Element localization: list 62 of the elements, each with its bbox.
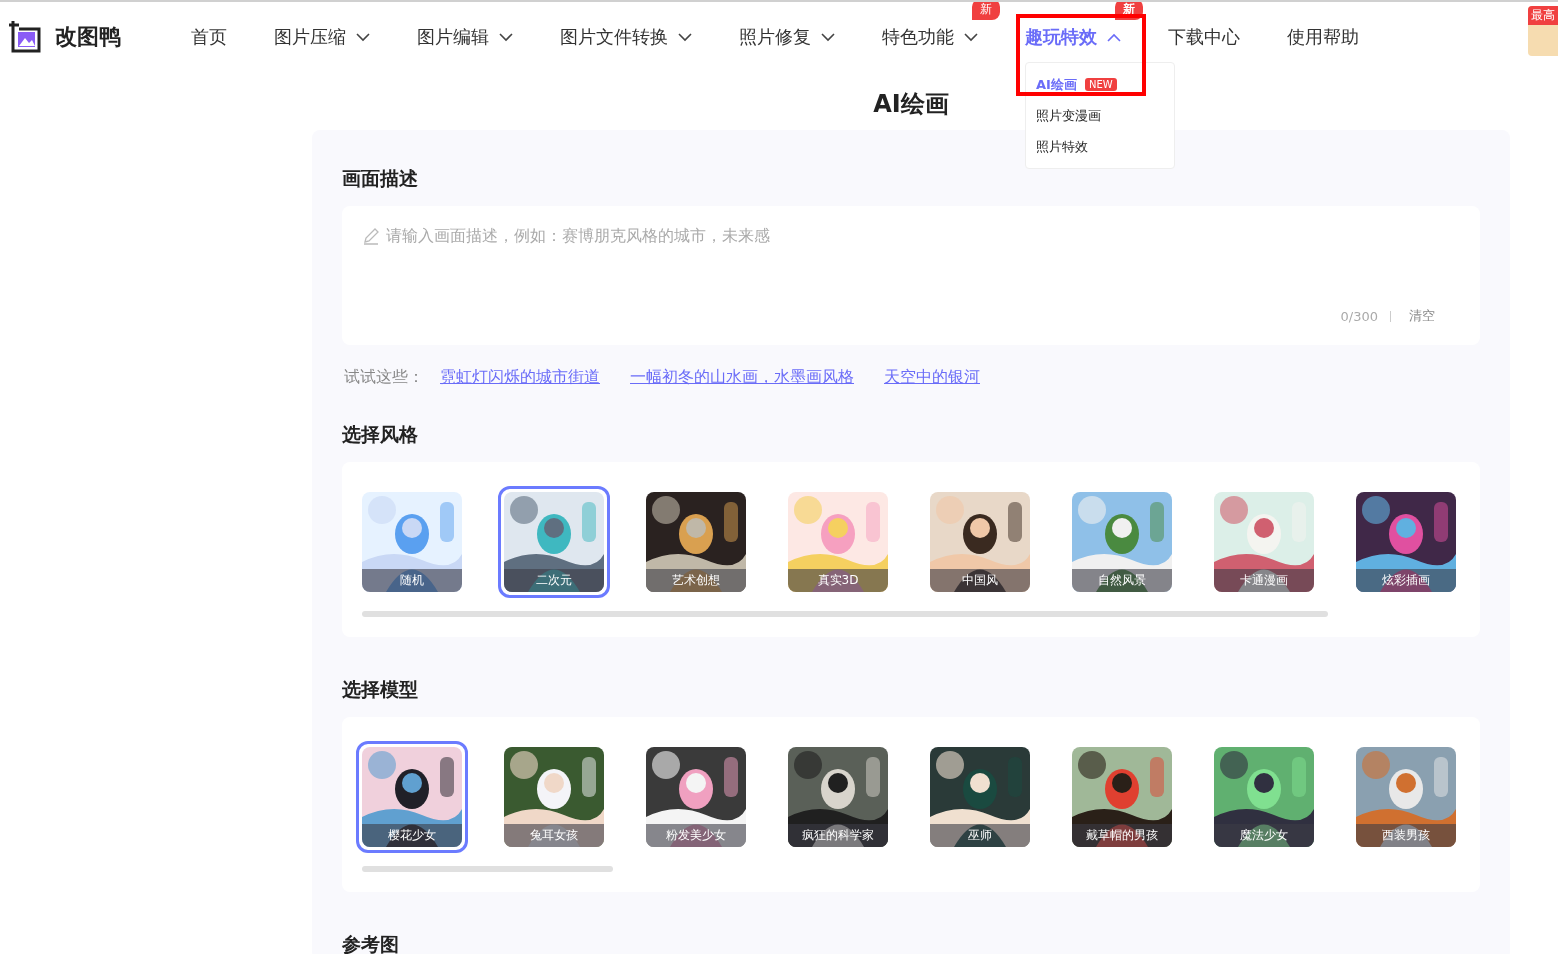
option-tile[interactable]: 真实3D — [782, 486, 894, 598]
tile-label: 中国风 — [930, 569, 1030, 592]
menu-item[interactable]: 照片变漫画 — [1026, 100, 1174, 131]
char-counter: 0/300 — [1340, 308, 1378, 324]
tile-label: 疯狂的科学家 — [788, 824, 888, 847]
nav-item[interactable]: 图片压缩 — [274, 25, 370, 49]
section-heading: 选择风格 — [342, 422, 419, 447]
section-heading: 参考图 — [342, 932, 400, 954]
nav-item[interactable]: 使用帮助 — [1287, 25, 1359, 49]
tile-label: 巫师 — [930, 824, 1030, 847]
suggestion-link[interactable]: 天空中的银河 — [884, 367, 980, 388]
suggestions-label: 试试这些： — [344, 367, 424, 388]
pencil-icon — [362, 226, 380, 245]
nav-item[interactable]: 图片编辑 — [417, 25, 513, 49]
section-heading: 选择模型 — [342, 677, 419, 702]
section-heading: 画面描述 — [342, 166, 419, 191]
description-field[interactable]: 请输入画面描述，例如：赛博朋克风格的城市，未来感 0/300 清空 — [342, 206, 1480, 345]
option-tile[interactable]: 魔法少女 — [1208, 741, 1320, 853]
option-tile[interactable]: 粉发美少女 — [640, 741, 752, 853]
tile-label: 卡通漫画 — [1214, 569, 1314, 592]
tile-label: 炫彩插画 — [1356, 569, 1456, 592]
tile-label: 艺术创想 — [646, 569, 746, 592]
option-tile[interactable]: 西装男孩 — [1350, 741, 1462, 853]
new-badge: 新 — [972, 2, 1000, 20]
clear-button[interactable]: 清空 — [1403, 307, 1460, 325]
option-tile[interactable]: 自然风景 — [1066, 486, 1178, 598]
tile-label: 自然风景 — [1072, 569, 1172, 592]
page-title: AI绘画 — [872, 89, 950, 120]
option-tile[interactable]: 二次元 — [498, 486, 610, 598]
option-tile[interactable]: 艺术创想 — [640, 486, 752, 598]
option-tile[interactable]: 疯狂的科学家 — [782, 741, 894, 853]
nav-item[interactable]: 图片文件转换 — [560, 25, 692, 49]
tile-label: 兔耳女孩 — [504, 824, 604, 847]
tile-label: 二次元 — [504, 569, 604, 592]
tile-label: 魔法少女 — [1214, 824, 1314, 847]
menu-item[interactable]: AI绘画 NEW — [1026, 69, 1174, 100]
logo-icon — [7, 19, 43, 55]
logo-text: 改图鸭 — [55, 23, 121, 51]
tile-label: 戴草帽的男孩 — [1072, 824, 1172, 847]
scrollbar[interactable] — [362, 866, 613, 872]
tile-label: 随机 — [362, 569, 462, 592]
tile-label: 西装男孩 — [1356, 824, 1456, 847]
suggestion-link[interactable]: 霓虹灯闪烁的城市街道 — [440, 367, 600, 388]
option-tile[interactable]: 巫师 — [924, 741, 1036, 853]
option-tile[interactable]: 卡通漫画 — [1208, 486, 1320, 598]
option-tile[interactable]: 炫彩插画 — [1350, 486, 1462, 598]
tile-label: 粉发美少女 — [646, 824, 746, 847]
new-badge: NEW — [1084, 78, 1117, 91]
option-tile[interactable]: 戴草帽的男孩 — [1066, 741, 1178, 853]
scrollbar[interactable] — [362, 611, 1328, 617]
tile-label: 樱花少女 — [362, 824, 462, 847]
option-tile[interactable]: 中国风 — [924, 486, 1036, 598]
nav-item[interactable]: 首页 — [191, 25, 227, 49]
tile-label: 真实3D — [788, 569, 888, 592]
option-tile[interactable]: 随机 — [356, 486, 468, 598]
option-tile[interactable]: 樱花少女 — [356, 741, 468, 853]
promo-badge: 最高 — [1528, 6, 1558, 25]
menu-item[interactable]: 照片特效 — [1026, 131, 1174, 162]
nav-item[interactable]: 照片修复 — [739, 25, 835, 49]
suggestion-link[interactable]: 一幅初冬的山水画，水墨画风格 — [630, 367, 854, 388]
option-tile[interactable]: 兔耳女孩 — [498, 741, 610, 853]
nav-item[interactable]: 下载中心 — [1168, 25, 1240, 49]
